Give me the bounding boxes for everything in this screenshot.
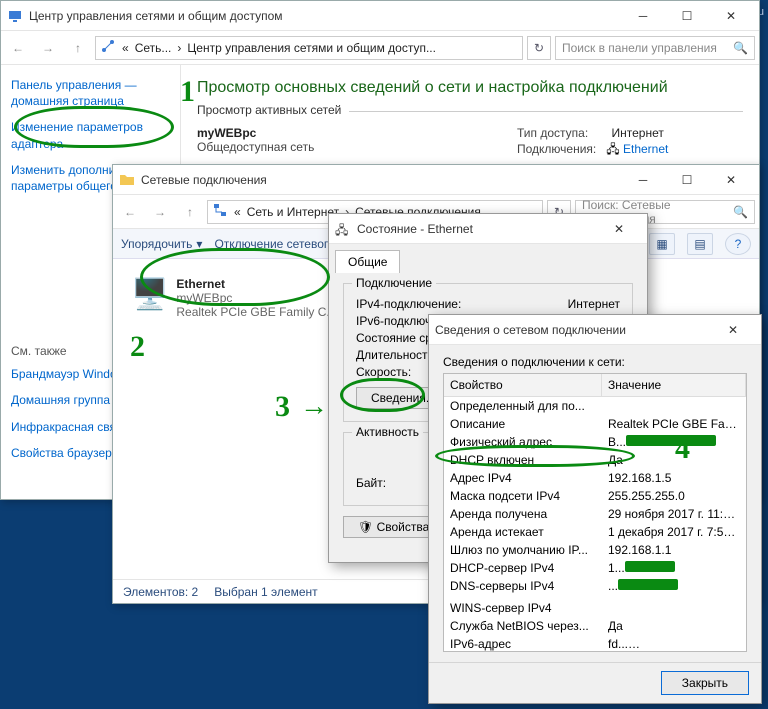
forward-button[interactable]: → [35,35,61,61]
table-row: Физический адресB... [444,433,746,451]
view-icons-button[interactable]: ▦ [649,233,675,255]
search-icon: 🔍 [733,41,748,55]
adapter-network: myWEBpc [176,291,232,305]
network-icon [212,202,228,221]
adapter-item-ethernet[interactable]: 🖥️ Ethernet myWEBpc Realtek PCIe GBE Fam… [125,271,345,325]
organize-menu[interactable]: Упорядочить ▾ [121,237,202,251]
bytes-label: Байт: [356,476,386,490]
adapter-name: Ethernet [176,277,225,291]
table-row: Адрес IPv4192.168.1.5 [444,469,746,487]
titlebar: Сведения о сетевом подключении ✕ [429,315,761,345]
window-title: Центр управления сетями и общим доступом [29,9,283,23]
minimize-button[interactable]: ─ [621,166,665,194]
adapter-icon: 🖥️ [131,277,168,319]
table-row: WINS-сервер IPv4 [444,599,746,617]
search-input[interactable]: Поиск в панели управления 🔍 [555,36,755,60]
close-button[interactable]: ✕ [711,316,755,344]
table-row: IPv6-адресfd... [444,635,746,652]
ethernet-icon: 🖧 [606,142,619,156]
breadcrumb[interactable]: « Сеть... › Центр управления сетями и об… [95,36,523,60]
active-networks-label: Просмотр активных сетей [197,103,349,117]
close-button[interactable]: ✕ [597,215,641,243]
sidebar-home[interactable]: Панель управления — домашняя страница [11,77,170,109]
app-icon [7,8,23,24]
dialog-title: Сведения о сетевом подключении [435,323,626,337]
table-row: ОписаниеRealtek PCIe GBE Family Controll… [444,415,746,433]
maximize-button[interactable]: ☐ [665,166,709,194]
adapter-device: Realtek PCIe GBE Family C... [176,305,336,319]
speed-label: Скорость: [356,365,411,379]
disable-adapter-button[interactable]: Отключение сетевого... [214,237,344,251]
forward-button[interactable]: → [147,199,173,225]
col-property[interactable]: Свойство [444,374,602,396]
nav-row: ← → ↑ « Сеть... › Центр управления сетям… [1,31,759,65]
state-label: Состояние сре [356,331,439,345]
titlebar: Сетевые подключения ─ ☐ ✕ [113,165,759,195]
duration-label: Длительность [356,348,434,362]
search-icon: 🔍 [733,205,748,219]
table-row: Маска подсети IPv4255.255.255.0 [444,487,746,505]
page-heading: Просмотр основных сведений о сети и наст… [197,79,743,97]
close-button[interactable]: ✕ [709,166,753,194]
folder-icon [119,172,135,188]
table-row: DHCP включенДа [444,451,746,469]
close-dialog-button[interactable]: Закрыть [661,671,749,695]
ethernet-icon: 🖧 [335,221,351,237]
table-row: DHCP-сервер IPv41... [444,559,746,577]
up-button[interactable]: ↑ [177,199,203,225]
dialog-title: Состояние - Ethernet [357,222,473,236]
details-dialog: Сведения о сетевом подключении ✕ Сведени… [428,314,762,704]
network-icon [100,38,116,57]
item-count: Элементов: 2 [123,585,198,599]
connection-link[interactable]: Ethernet [623,142,668,156]
table-row: Аренда получена29 ноября 2017 г. 11:55:4… [444,505,746,523]
back-button[interactable]: ← [5,35,31,61]
connections-label: Подключения: [517,142,596,156]
help-button[interactable]: ? [725,233,751,255]
network-name: myWEBpc [197,126,256,140]
ipv4-conn-label: IPv4-подключение: [356,297,461,311]
chevron-down-icon: ▾ [196,237,202,251]
window-title: Сетевые подключения [141,173,267,187]
selected-count: Выбран 1 элемент [214,585,317,599]
details-table: Свойство Значение Определенный для по...… [443,373,747,652]
table-row: Служба NetBIOS через...Да [444,617,746,635]
col-value[interactable]: Значение [602,374,746,396]
shield-icon: 🛡 [358,520,373,534]
tab-general[interactable]: Общие [335,250,400,273]
maximize-button[interactable]: ☐ [665,2,709,30]
sidebar-adapter-settings[interactable]: Изменение параметров адаптера [11,119,170,151]
refresh-button[interactable]: ↻ [527,36,551,60]
close-button[interactable]: ✕ [709,2,753,30]
back-button[interactable]: ← [117,199,143,225]
up-button[interactable]: ↑ [65,35,91,61]
network-type: Общедоступная сеть [197,140,314,154]
table-row: DNS-серверы IPv4... [444,577,746,595]
tab-strip: Общие [329,244,647,273]
access-label: Тип доступа: [517,126,588,140]
ipv4-conn-value: Интернет [568,297,620,311]
minimize-button[interactable]: ─ [621,2,665,30]
access-value: Интернет [612,126,664,140]
details-subtitle: Сведения о подключении к сети: [443,355,747,369]
table-row: Шлюз по умолчанию IP...192.168.1.1 [444,541,746,559]
table-row: Аренда истекает1 декабря 2017 г. 7:50:04 [444,523,746,541]
table-row: Определенный для по... [444,397,746,415]
view-details-button[interactable]: ▤ [687,233,713,255]
titlebar: 🖧 Состояние - Ethernet ✕ [329,214,647,244]
titlebar: Центр управления сетями и общим доступом… [1,1,759,31]
